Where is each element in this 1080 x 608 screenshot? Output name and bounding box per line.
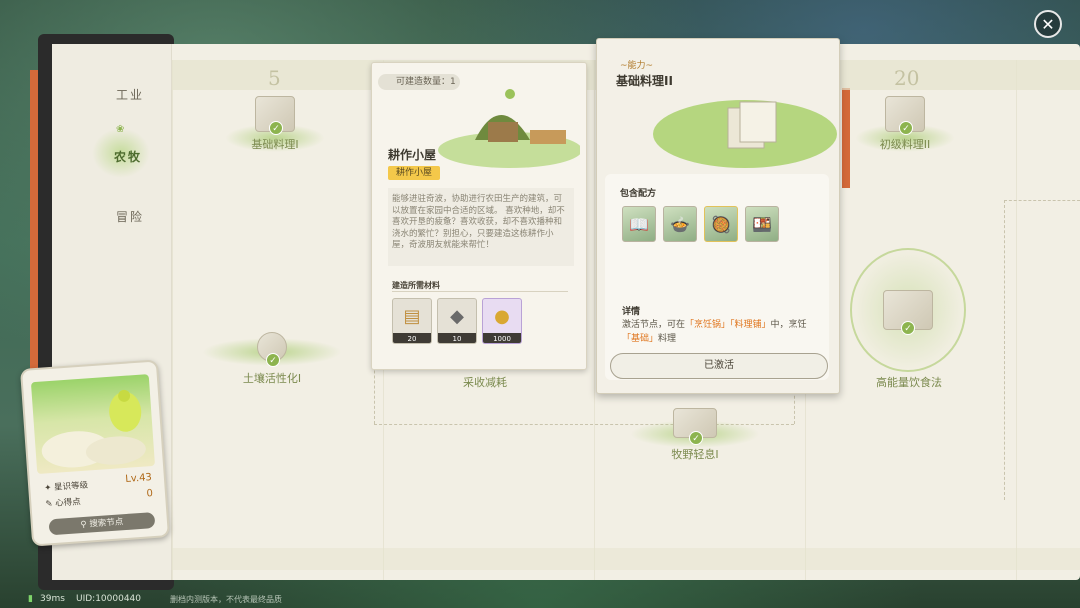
node-label: 牧野轻息I (671, 448, 719, 461)
material-wood[interactable]: ▤ 20 (392, 298, 432, 344)
materials-title: 建造所需材料 (392, 281, 440, 290)
connector-line (1004, 200, 1005, 500)
check-icon: ✓ (689, 431, 703, 445)
coin-icon: ● (494, 305, 510, 327)
recipe-slot[interactable]: 🍱 (745, 206, 779, 242)
check-icon: ✓ (269, 121, 283, 135)
grid-footer-band (172, 548, 1080, 570)
build-notice: 删档内测版本，不代表最终品质 (170, 595, 282, 604)
stone-icon: ◆ (450, 305, 464, 327)
close-icon[interactable]: ✕ (1034, 10, 1062, 38)
recipe-papers-icon: ✓ (885, 96, 925, 135)
material-coin[interactable]: ● 1000 (482, 298, 522, 344)
player-avatar (30, 374, 156, 475)
building-tag: 耕作小屋 (388, 166, 441, 180)
material-qty: 1000 (483, 333, 521, 343)
leaf-icon: ❀ (116, 124, 125, 135)
node-label: 高能量饮食法 (876, 376, 942, 389)
seed-bag-icon: ✓ (257, 332, 287, 367)
building-description: 能够进驻奇波，协助进行农田生产的建筑，可以放置在家园中合适的区域。 喜欢种地，却… (388, 188, 574, 266)
food-stall-icon: ✓ (883, 290, 933, 335)
node-harvest-reduction[interactable]: 采收减耗 (450, 374, 520, 390)
status-bar: ▮ 39ms UID:10000440 删档内测版本，不代表最终品质 (0, 592, 1080, 608)
recipe-slot[interactable]: 📖 (622, 206, 656, 242)
tab-farming[interactable]: 农牧 (114, 148, 142, 165)
ping-text: 39ms (40, 594, 65, 604)
pasture-icon: ✓ (673, 408, 717, 445)
points-row: ✎ 心得点 (45, 497, 82, 510)
node-soil-activation-1[interactable]: ✓ 土壤活性化I (232, 332, 312, 386)
material-qty: 10 (438, 333, 476, 343)
node-high-energy-diet[interactable]: ✓ (850, 248, 966, 372)
node-label: 土壤活性化I (242, 372, 302, 385)
node-basic-cooking-1[interactable]: ✓ 基础料理I (240, 96, 310, 152)
recipe-slot[interactable]: 🥘 (704, 206, 738, 242)
node-label: 基础料理I (251, 138, 299, 151)
material-qty: 20 (393, 333, 431, 343)
level-value: Lv.43 (124, 472, 153, 485)
material-stone[interactable]: ◆ 10 (437, 298, 477, 344)
check-icon: ✓ (901, 321, 915, 335)
column-number: 20 (894, 66, 920, 90)
check-icon: ✓ (899, 121, 913, 135)
check-icon: ✓ (266, 353, 280, 367)
player-card: ✦ 星识等级 Lv.43 ✎ 心得点 0 ⚲ 搜索节点 (19, 359, 171, 547)
farming-hut-icon (438, 89, 580, 168)
node-beginner-cooking-2[interactable]: ✓ 初级料理II (870, 96, 940, 152)
recipes-title: 包含配方 (620, 189, 657, 199)
tab-industry[interactable]: 工业 (116, 86, 144, 103)
connector-line (1004, 200, 1080, 201)
ability-details-panel (605, 174, 829, 380)
detail-text: 激活节点，可在「烹饪锅」「料理铺」中，烹饪「基础」料理 (622, 320, 807, 344)
detail-title: 详情 (622, 307, 641, 317)
divider (392, 291, 568, 292)
search-node-button[interactable]: ⚲ 搜索节点 (48, 512, 156, 536)
signal-icon: ▮ (28, 594, 33, 604)
recipe-papers-icon (653, 100, 837, 168)
tab-adventure[interactable]: 冒险 (116, 208, 144, 225)
activated-button[interactable]: 已激活 (610, 353, 828, 379)
node-label: 采收减耗 (463, 376, 507, 389)
ribbon-left (30, 70, 38, 370)
recipe-papers-icon: ✓ (255, 96, 295, 135)
level-row: ✦ 星识等级 (44, 480, 89, 494)
wood-icon: ▤ (403, 305, 421, 327)
points-value: 0 (146, 488, 154, 500)
building-title: 耕作小屋 (388, 148, 437, 162)
recipe-slot[interactable]: 🍲 (663, 206, 697, 242)
node-label: 初级料理II (879, 138, 931, 151)
ability-kind: ~能力~ (620, 61, 654, 71)
uid-text: UID:10000440 (76, 594, 142, 604)
node-pasture-rest-1[interactable]: ✓ 牧野轻息I (660, 408, 730, 462)
column-number: 5 (268, 66, 281, 90)
